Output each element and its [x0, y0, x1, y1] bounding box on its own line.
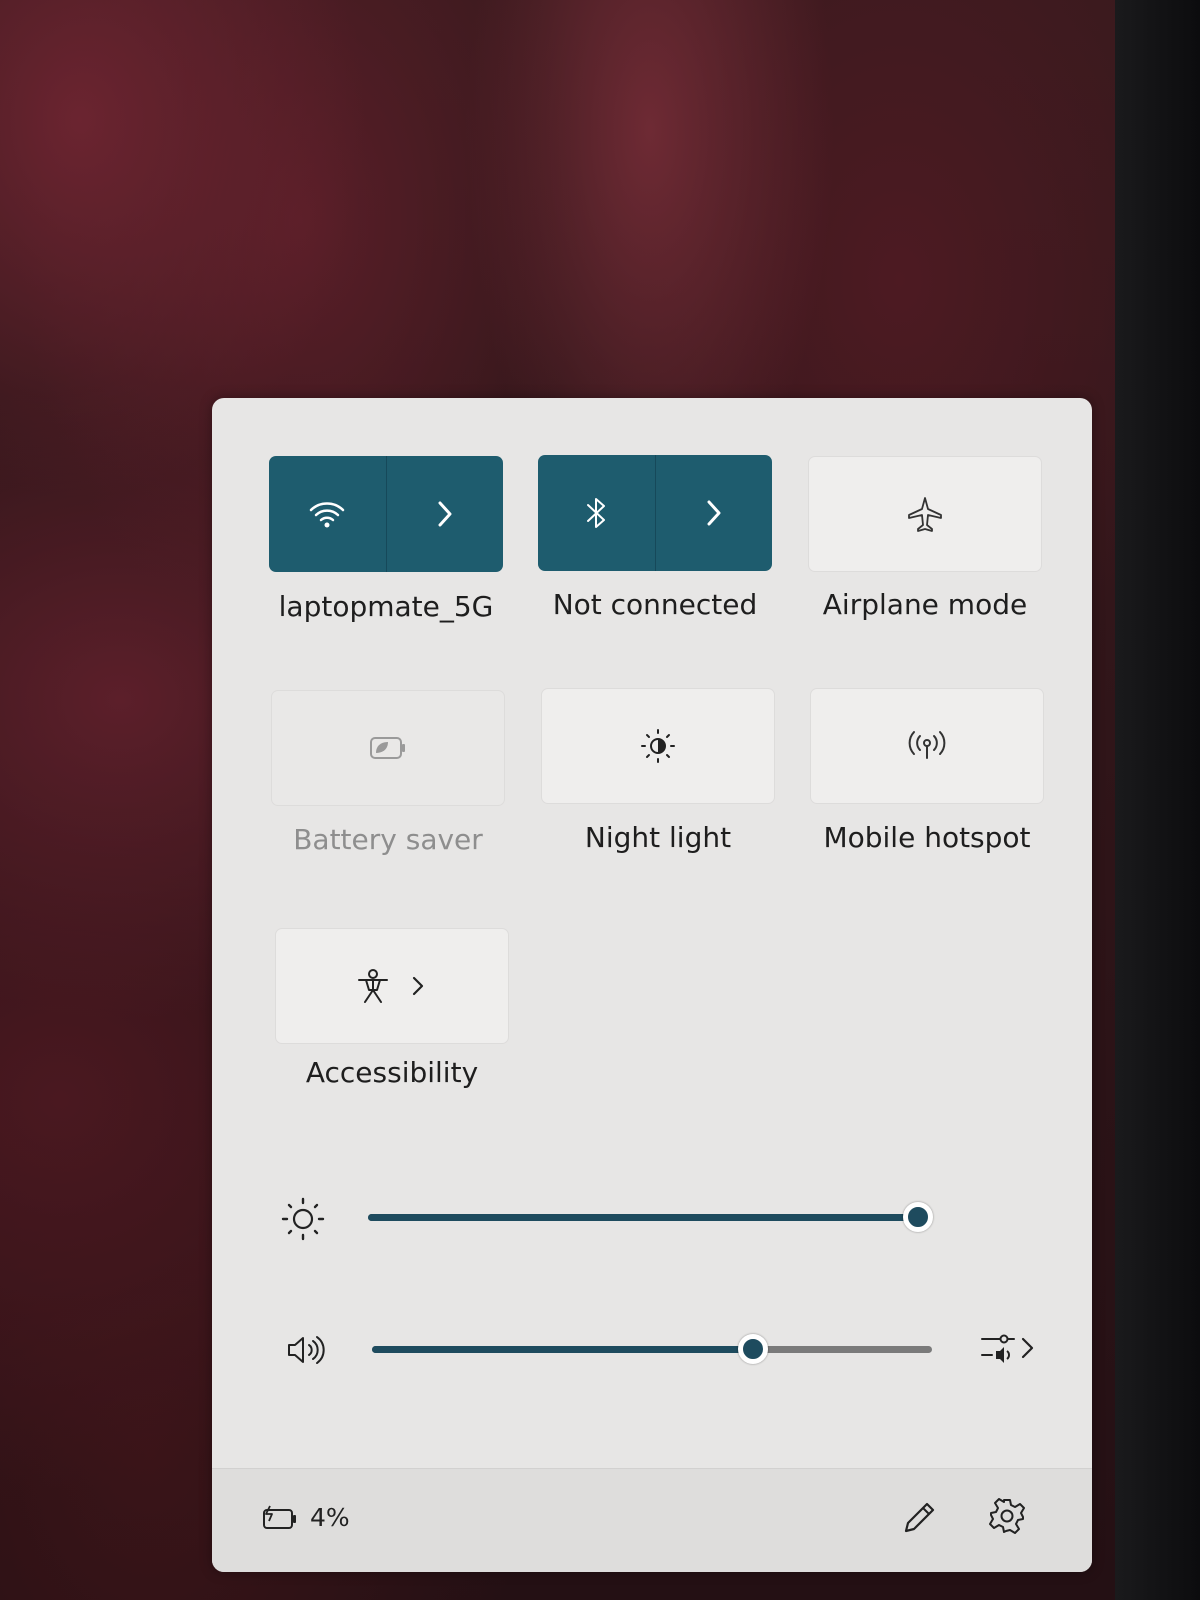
accessibility-label: Accessibility — [305, 1056, 479, 1089]
wifi-icon — [310, 502, 345, 528]
airplane-icon — [908, 497, 942, 532]
bluetooth-expand-button[interactable] — [656, 455, 773, 571]
settings-button[interactable] — [982, 1491, 1032, 1541]
mobile-hotspot-button[interactable] — [810, 688, 1044, 804]
pencil-icon — [904, 1502, 935, 1533]
accessibility-button[interactable] — [275, 928, 509, 1044]
audio-output-button[interactable] — [972, 1326, 1042, 1370]
battery-percent: 4% — [310, 1503, 350, 1532]
quick-settings-panel: laptopmate_5G Not connected Airplane mod… — [212, 398, 1092, 1572]
battery-saver-icon — [370, 737, 405, 759]
accessibility-icon — [358, 969, 388, 1003]
hotspot-icon — [908, 731, 946, 759]
brightness-slider-thumb[interactable] — [903, 1202, 933, 1232]
battery-charging-icon — [263, 1505, 296, 1529]
gear-icon — [989, 1498, 1025, 1534]
wifi-expand-button[interactable] — [387, 456, 504, 572]
volume-slider[interactable] — [372, 1330, 942, 1370]
bluetooth-icon — [587, 498, 606, 528]
chevron-right-icon — [1021, 1337, 1034, 1359]
volume-slider-fill — [372, 1346, 753, 1353]
airplane-mode-label: Airplane mode — [822, 588, 1028, 621]
brightness-slider[interactable] — [368, 1198, 938, 1238]
bluetooth-tile — [538, 455, 772, 571]
edit-quick-settings-button[interactable] — [894, 1493, 944, 1543]
chevron-right-icon — [438, 501, 452, 527]
chevron-right-icon — [412, 976, 424, 996]
airplane-mode-button[interactable] — [808, 456, 1042, 572]
volume-slider-thumb[interactable] — [738, 1334, 768, 1364]
brightness-icon — [278, 1194, 328, 1244]
wifi-toggle-button[interactable] — [269, 456, 387, 572]
bluetooth-label: Not connected — [552, 588, 758, 621]
night-light-label: Night light — [584, 821, 732, 854]
wifi-tile — [269, 456, 503, 572]
battery-status-button[interactable]: 4% — [260, 1503, 350, 1532]
battery-saver-button[interactable] — [271, 690, 505, 806]
brightness-slider-fill — [368, 1214, 918, 1221]
battery-saver-label: Battery saver — [293, 823, 483, 856]
speaker-icon[interactable] — [284, 1330, 330, 1370]
wifi-label: laptopmate_5G — [278, 590, 494, 623]
bluetooth-toggle-button[interactable] — [538, 455, 656, 571]
chevron-right-icon — [707, 500, 721, 526]
mobile-hotspot-label: Mobile hotspot — [823, 821, 1031, 854]
night-light-button[interactable] — [541, 688, 775, 804]
monitor-bezel — [1115, 0, 1200, 1600]
quick-settings-footer: 4% — [212, 1468, 1092, 1572]
night-light-icon — [641, 729, 675, 763]
audio-mixer-icon — [981, 1334, 1015, 1363]
